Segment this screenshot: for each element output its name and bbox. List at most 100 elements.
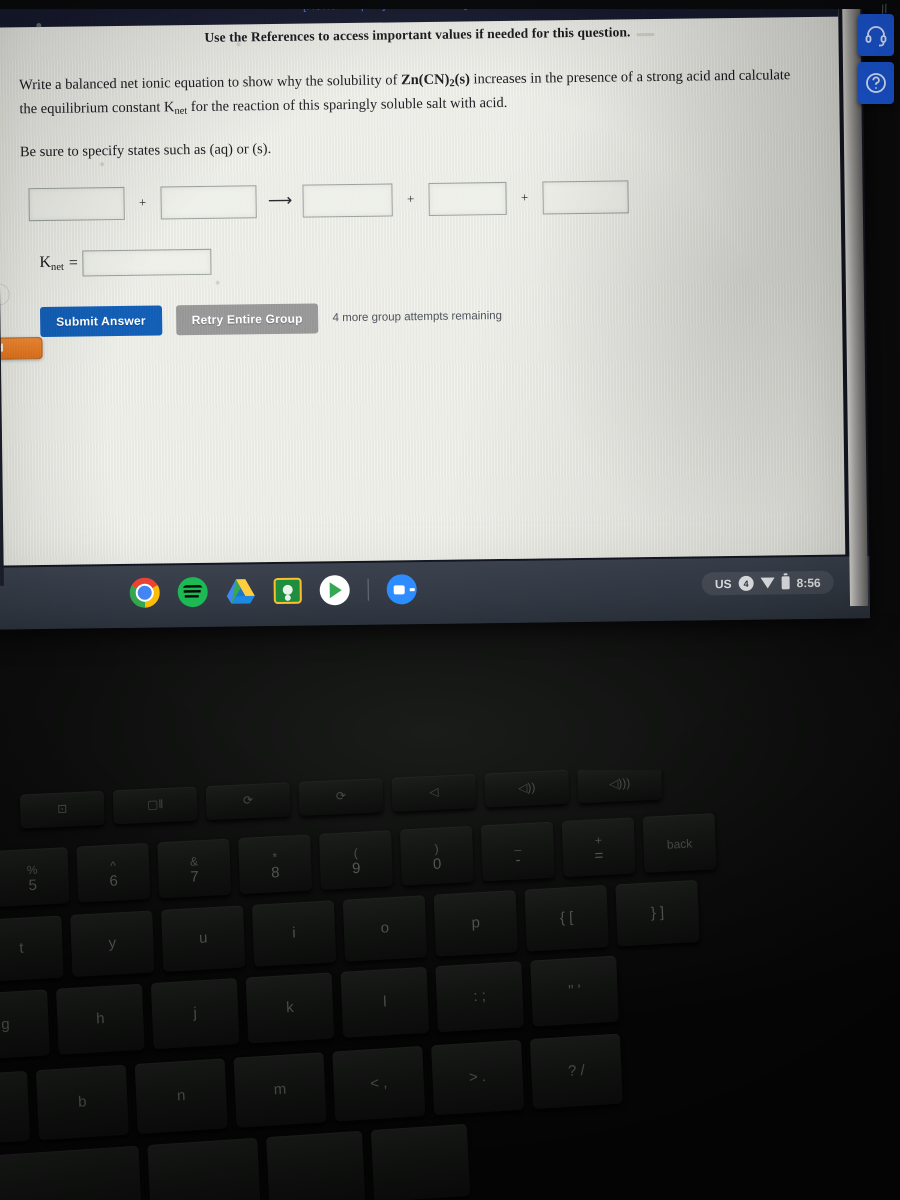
operator-plus-1: + [138, 194, 147, 210]
key-alt-right[interactable] [147, 1137, 261, 1200]
paper-speck [215, 280, 220, 285]
shelf-divider [367, 578, 369, 601]
spotify-icon[interactable] [177, 576, 208, 608]
play-store-icon[interactable] [319, 575, 350, 606]
key-brightness-up[interactable]: ⟳ [298, 778, 384, 816]
equation-input-product-3[interactable] [542, 179, 629, 215]
attempts-remaining-text: 4 more group attempts remaining [332, 309, 503, 324]
key-b[interactable]: b [35, 1064, 129, 1141]
key-label: ⟳ [242, 793, 254, 808]
key-u[interactable]: u [161, 905, 246, 972]
key-v[interactable]: v [0, 1070, 31, 1147]
key-y[interactable]: y [70, 910, 155, 977]
key-label: i [292, 924, 297, 943]
key-label: j [193, 1004, 198, 1023]
key-fullscreen[interactable]: ⊡ [19, 790, 105, 829]
headset-icon [865, 26, 887, 47]
retry-entire-group-button[interactable]: Retry Entire Group [175, 303, 319, 335]
key-label: k [285, 999, 295, 1017]
key-6[interactable]: ^ 6 [76, 842, 151, 903]
key-m[interactable]: m [233, 1052, 327, 1128]
key-label: { [ [559, 909, 574, 928]
key-bracket-left[interactable]: { [ [524, 885, 609, 952]
key-label: y [108, 934, 117, 953]
equation-row: + ⟶ + + [20, 178, 806, 221]
key-g[interactable]: g [0, 989, 50, 1061]
key-i[interactable]: i [251, 900, 337, 967]
key-label: - [515, 851, 521, 869]
key-label: b [77, 1093, 87, 1112]
support-headset-button[interactable] [858, 14, 894, 56]
key-label: 9 [351, 859, 361, 877]
key-9[interactable]: (9 [319, 830, 393, 890]
knet-label-main: K [39, 253, 52, 272]
equation-input-reactant-1[interactable] [28, 186, 125, 221]
chrome-icon[interactable] [129, 577, 160, 608]
key-h[interactable]: h [56, 983, 145, 1055]
key-label: 7 [190, 867, 199, 886]
google-drive-icon[interactable] [226, 576, 256, 606]
submit-answer-button[interactable]: Submit Answer [39, 305, 162, 337]
key-overview[interactable]: ▢‖ [112, 786, 198, 825]
key-k[interactable]: k [245, 972, 335, 1044]
key-label-top: ^ [110, 858, 117, 873]
key-o[interactable]: o [342, 895, 428, 962]
knet-row: Knet = [21, 241, 807, 277]
equation-input-product-2[interactable] [428, 181, 507, 216]
key-p[interactable]: p [433, 890, 518, 957]
key-arrow-right[interactable] [370, 1123, 471, 1200]
key-5[interactable]: % 5 [0, 847, 70, 907]
key-comma[interactable]: < , [332, 1045, 426, 1122]
help-question-button[interactable] [858, 62, 894, 104]
key-period[interactable]: > . [431, 1039, 525, 1116]
key-label: p [471, 914, 481, 932]
key-label: 0 [432, 855, 442, 873]
google-drive-glyph [226, 579, 255, 604]
tray-clock: 8:56 [796, 575, 821, 590]
key-label-top: _ [513, 837, 522, 852]
key-n[interactable]: n [134, 1058, 228, 1135]
key-label: ▢‖ [146, 797, 164, 812]
key-label: : ; [473, 987, 487, 1006]
knet-input[interactable] [82, 248, 213, 277]
key-arrow-left[interactable] [266, 1130, 366, 1200]
key-brightness-down[interactable]: ⟳ [205, 782, 291, 821]
formula-main: Zn(CN) [400, 71, 450, 89]
system-tray[interactable]: US 4 8:56 [701, 570, 834, 596]
key-8[interactable]: * 8 [238, 834, 313, 895]
assignment-page: [Review Topics] [References] Use the Ref… [0, 0, 846, 566]
key-label: ⟳ [335, 788, 347, 804]
equilibrium-arrow-icon: ⟶ [267, 190, 292, 211]
orange-notification-tab[interactable]: ed [0, 337, 43, 360]
key-label: ⊡ [57, 801, 68, 816]
key-quote[interactable]: " ' [530, 955, 619, 1027]
equation-input-product-1[interactable] [302, 183, 393, 218]
zoom-icon[interactable] [386, 574, 417, 605]
key-volume-down[interactable]: ◁)) [484, 770, 570, 808]
key-0[interactable]: ) 0 [399, 825, 474, 886]
chromeos-window: [Review Topics] [References] Use the Ref… [0, 0, 871, 630]
key-label: ◁))) [608, 775, 631, 791]
states-hint: Be sure to specify states such as (aq) o… [19, 140, 272, 160]
knet-label-sub: net [50, 261, 64, 274]
key-space[interactable] [0, 1145, 142, 1200]
key-equals[interactable]: + = [561, 817, 636, 878]
question-text: Write a balanced net ionic equation to s… [19, 64, 806, 123]
key-7[interactable]: & 7 [157, 838, 232, 899]
key-j[interactable]: j [150, 978, 240, 1050]
key-minus[interactable]: _ - [480, 821, 555, 882]
google-classroom-icon[interactable] [273, 577, 302, 605]
key-backspace[interactable]: back [642, 813, 717, 873]
key-bracket-right[interactable]: } ] [615, 879, 700, 947]
key-mute[interactable]: ◁ [391, 773, 477, 812]
equation-input-reactant-2[interactable] [160, 184, 257, 220]
key-l[interactable]: l [340, 966, 430, 1038]
paper-speck [236, 42, 241, 47]
key-slash[interactable]: ? / [529, 1033, 623, 1110]
key-volume-up[interactable]: ◁))) [577, 770, 663, 804]
key-t[interactable]: t [0, 915, 64, 983]
key-semicolon[interactable]: : ; [435, 961, 524, 1033]
shelf-app-icons [129, 574, 417, 608]
key-label: t [19, 940, 24, 958]
operator-plus-3: + [520, 189, 529, 205]
